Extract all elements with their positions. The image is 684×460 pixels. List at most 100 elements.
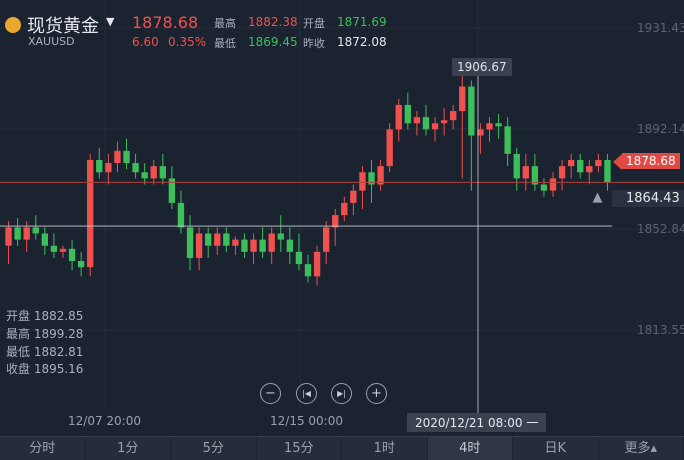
dropdown-caret-icon[interactable]: ▼ xyxy=(106,15,114,28)
candle-body-59 xyxy=(541,185,547,191)
candle-body-35 xyxy=(323,227,329,251)
candle-body-10 xyxy=(96,160,102,172)
tab-15min[interactable]: 15分 xyxy=(257,437,343,460)
candle-body-33 xyxy=(305,264,311,276)
candle-body-23 xyxy=(214,233,220,245)
candle-body-3 xyxy=(33,227,39,233)
candle-body-27 xyxy=(250,240,256,252)
low-value: 1869.45 xyxy=(248,35,298,49)
crosshair-time-tag: 2020/12/21 08:00 一 xyxy=(407,413,546,432)
candle-body-55 xyxy=(504,126,510,154)
candle-body-46 xyxy=(423,117,429,129)
candlestick-chart[interactable] xyxy=(0,0,684,436)
ohlc-high: 最高 1899.28 xyxy=(6,325,83,342)
candle-body-21 xyxy=(196,233,202,257)
prev-close-value: 1872.08 xyxy=(337,35,387,49)
peak-price-tag: 1906.67 xyxy=(452,58,512,76)
candle-body-58 xyxy=(532,166,538,184)
candle-body-39 xyxy=(359,172,365,190)
gold-coin-icon xyxy=(5,17,21,33)
candle-body-9 xyxy=(87,160,93,267)
candle-body-49 xyxy=(450,111,456,120)
candle-body-29 xyxy=(269,233,275,251)
y-tick-2: 1892.14 xyxy=(637,122,684,136)
candle-body-25 xyxy=(232,240,238,246)
y-tick-3: 1852.84 xyxy=(637,222,684,236)
candle-body-31 xyxy=(287,240,293,252)
candle-body-48 xyxy=(441,120,447,123)
candle-body-66 xyxy=(604,160,610,182)
candle-body-41 xyxy=(377,166,383,184)
candle-body-6 xyxy=(60,249,66,252)
instrument-symbol: XAUUSD xyxy=(28,35,75,48)
tab-5min[interactable]: 5分 xyxy=(171,437,257,460)
candle-body-34 xyxy=(314,252,320,276)
candle-body-30 xyxy=(278,233,284,239)
tab-timeshare[interactable]: 分时 xyxy=(0,437,86,460)
candle-body-65 xyxy=(595,160,601,166)
candle-body-43 xyxy=(396,105,402,129)
candle-body-5 xyxy=(51,246,57,252)
candle-body-45 xyxy=(414,117,420,123)
candle-body-4 xyxy=(42,233,48,245)
candle-body-53 xyxy=(486,123,492,129)
candle-body-54 xyxy=(495,123,501,126)
prev-close-label: 昨收 xyxy=(303,35,325,51)
candle-body-17 xyxy=(160,166,166,178)
candle-body-61 xyxy=(559,166,565,178)
high-label: 最高 xyxy=(214,15,236,31)
ohlc-close: 收盘 1895.16 xyxy=(6,360,83,377)
candle-body-37 xyxy=(341,203,347,215)
candle-body-47 xyxy=(432,123,438,129)
zoom-in-button[interactable]: + xyxy=(366,383,387,404)
candle-body-13 xyxy=(123,151,129,163)
ohlc-low: 最低 1882.81 xyxy=(6,343,83,360)
candle-body-64 xyxy=(586,166,592,172)
x-tick-2: 12/15 00:00 xyxy=(270,414,343,428)
current-price-arrow xyxy=(613,154,622,170)
candle-body-38 xyxy=(350,191,356,203)
zoom-out-button[interactable]: − xyxy=(260,383,281,404)
candle-body-20 xyxy=(187,227,193,258)
candle-body-16 xyxy=(151,166,157,178)
open-value: 1871.69 xyxy=(337,15,387,29)
candle-body-62 xyxy=(568,160,574,166)
price-change: 6.60 xyxy=(132,35,159,49)
prev-button[interactable]: |◀ xyxy=(296,383,317,404)
candle-body-63 xyxy=(577,160,583,172)
candle-body-56 xyxy=(514,154,520,178)
y-tick-4: 1813.55 xyxy=(637,323,684,337)
tab-4hour[interactable]: 4时 xyxy=(428,437,514,460)
low-label: 最低 xyxy=(214,35,236,51)
current-price-tag: 1878.68 xyxy=(622,153,680,169)
y-tick-1: 1931.43 xyxy=(637,21,684,35)
bell-icon[interactable]: ▲ xyxy=(589,191,606,205)
candle-body-19 xyxy=(178,203,184,227)
candle-body-32 xyxy=(296,252,302,264)
candle-body-24 xyxy=(223,233,229,245)
candle-body-60 xyxy=(550,178,556,190)
candle-body-8 xyxy=(78,261,84,267)
tab-1hour[interactable]: 1时 xyxy=(342,437,428,460)
tab-daily[interactable]: 日K xyxy=(513,437,599,460)
candle-body-36 xyxy=(332,215,338,227)
candle-body-51 xyxy=(468,87,474,136)
price-change-pct: 0.35% xyxy=(168,35,206,49)
timeframe-tabs: 分时 1分 5分 15分 1时 4时 日K 更多▴ xyxy=(0,436,684,460)
candle-body-7 xyxy=(69,249,75,261)
x-tick-1: 12/07 20:00 xyxy=(68,414,141,428)
next-button[interactable]: ▶| xyxy=(331,383,352,404)
ohlc-open: 开盘 1882.85 xyxy=(6,307,83,324)
current-price: 1878.68 xyxy=(132,13,198,32)
crosshair-price-tag: 1864.43 xyxy=(612,190,684,207)
candle-body-12 xyxy=(114,151,120,163)
candle-body-28 xyxy=(259,240,265,252)
candle-body-50 xyxy=(459,87,465,111)
open-label: 开盘 xyxy=(303,15,325,31)
candle-body-2 xyxy=(24,227,30,239)
candle-body-1 xyxy=(14,227,20,239)
candle-body-14 xyxy=(132,163,138,172)
tab-1min[interactable]: 1分 xyxy=(86,437,172,460)
candle-body-11 xyxy=(105,163,111,172)
tab-more[interactable]: 更多▴ xyxy=(599,437,684,460)
